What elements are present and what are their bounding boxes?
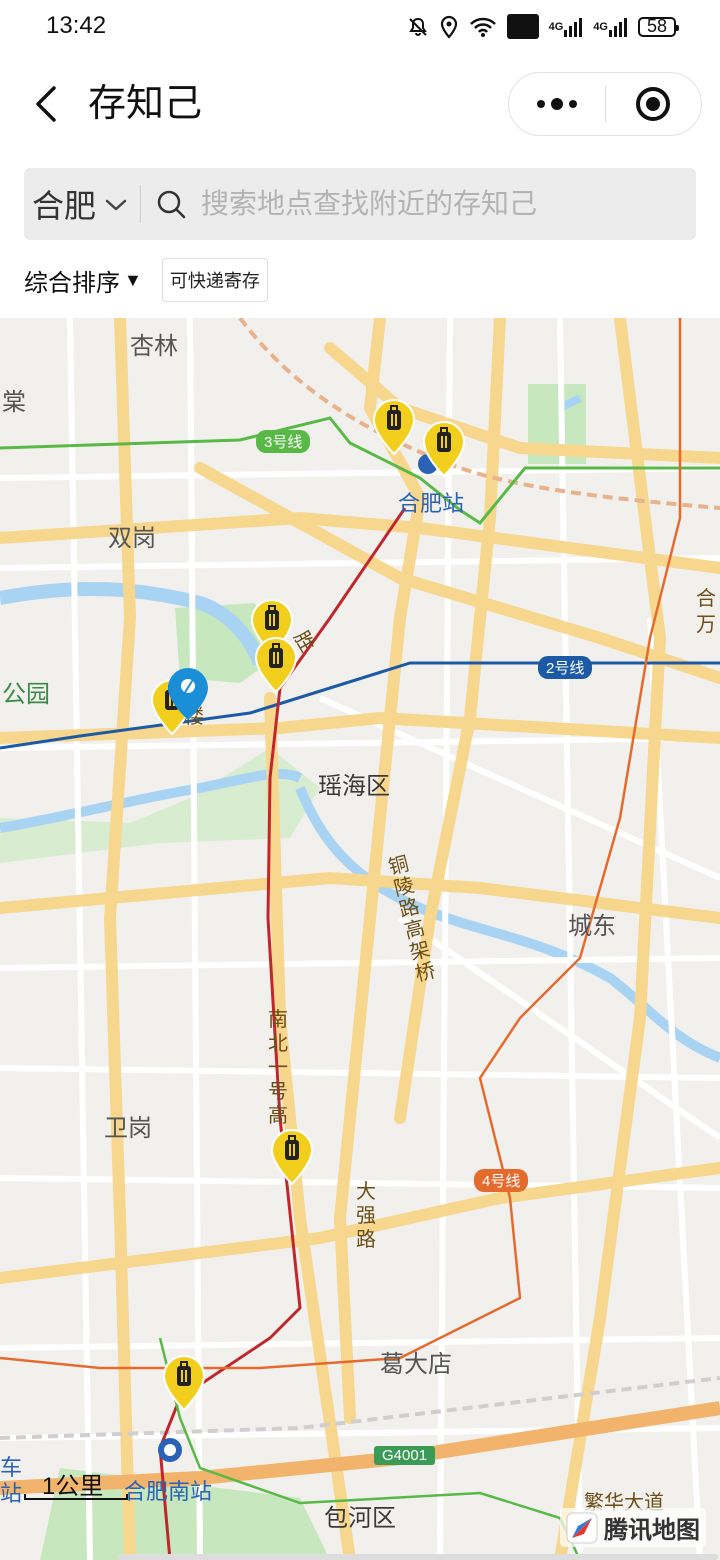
road-label: 南北一号高 (268, 1009, 288, 1127)
more-dot-icon (550, 98, 563, 110)
current-location-pin (168, 668, 208, 720)
location-icon (439, 15, 459, 39)
search-icon (157, 190, 186, 219)
map-label: 卫岗 (104, 1115, 152, 1142)
storage-location-pin[interactable] (372, 398, 416, 456)
road-label: 大强路 (356, 1181, 376, 1251)
filter-row: 综合排序 ▼ 可快递寄存 (24, 258, 268, 302)
highway-badge: G4001 (374, 1446, 436, 1465)
mute-bell-icon (407, 16, 429, 38)
map-label: 双岗 (108, 525, 156, 552)
station-label: 站 (0, 1481, 23, 1506)
district-label: 瑶海区 (318, 773, 390, 800)
net-label-1: 4G (548, 20, 564, 33)
page-title: 存知己 (88, 83, 203, 125)
map-label: 合 (696, 588, 716, 610)
more-button[interactable] (509, 73, 605, 135)
map-label: 公园 (2, 681, 50, 708)
search-bar: 合肥 (24, 168, 696, 240)
map-view[interactable]: 杏林 棠 双岗 合肥站 公园 瑶海区 城东 卫岗 葛大店 包河区 合肥南站 车 … (0, 318, 720, 1560)
city-label: 合肥 (32, 188, 97, 224)
more-dot-icon (536, 100, 545, 108)
status-bar: 13:42 HD 4G 4G 58 (0, 0, 720, 56)
clock: 13:42 (46, 12, 107, 39)
search-divider (140, 185, 142, 223)
map-label: 棠 (2, 389, 26, 416)
brand-name: 腾讯地图 (604, 1517, 700, 1544)
back-button[interactable] (24, 80, 68, 128)
wifi-icon (469, 16, 497, 38)
sort-label: 综合排序 (24, 269, 120, 297)
map-label: 葛大店 (380, 1351, 452, 1378)
miniprogram-capsule (508, 72, 702, 136)
triangle-down-icon: ▼ (124, 269, 142, 290)
station-label: 合肥南站 (124, 1479, 213, 1504)
net-label-2: 4G (593, 20, 608, 33)
hd-icon: HD (506, 14, 539, 39)
more-dot-icon (568, 100, 577, 108)
status-icons: HD 4G 4G 58 (407, 14, 679, 39)
chevron-left-icon (36, 86, 56, 122)
metro-line-badge: 2号线 (538, 656, 593, 679)
sort-dropdown[interactable]: 综合排序 ▼ (24, 263, 142, 298)
station-label: 合肥站 (398, 491, 465, 516)
signal-4g-icon: 4G (549, 16, 584, 38)
map-label: 万 (696, 614, 716, 636)
search-input[interactable] (201, 188, 696, 220)
scale-bar (24, 1494, 128, 1500)
storage-location-pin[interactable] (422, 420, 466, 478)
express-storage-chip[interactable]: 可快递寄存 (161, 258, 268, 302)
storage-location-pin[interactable] (254, 636, 298, 694)
map-label: 杏林 (130, 333, 178, 360)
metro-line-badge: 4号线 (474, 1169, 529, 1192)
bottom-sheet-handle[interactable] (118, 1554, 718, 1560)
signal-4g-icon: 4G (593, 16, 628, 38)
title-bar: 存知己 (0, 70, 720, 140)
map-brand: 腾讯地图 (560, 1508, 706, 1547)
map-label: 城东 (568, 913, 616, 940)
battery-icon: 58 (638, 16, 679, 37)
storage-location-pin[interactable] (162, 1354, 206, 1412)
chevron-down-icon (105, 199, 127, 211)
target-icon (636, 87, 671, 121)
map-scale: 1公里 (24, 1460, 128, 1500)
close-miniprogram-button[interactable] (606, 73, 702, 135)
storage-location-pin[interactable] (270, 1128, 314, 1186)
metro-line-badge: 3号线 (256, 430, 311, 453)
tencent-map-logo-icon (566, 1512, 598, 1543)
district-label: 包河区 (324, 1505, 396, 1532)
city-selector[interactable]: 合肥 (24, 168, 128, 240)
